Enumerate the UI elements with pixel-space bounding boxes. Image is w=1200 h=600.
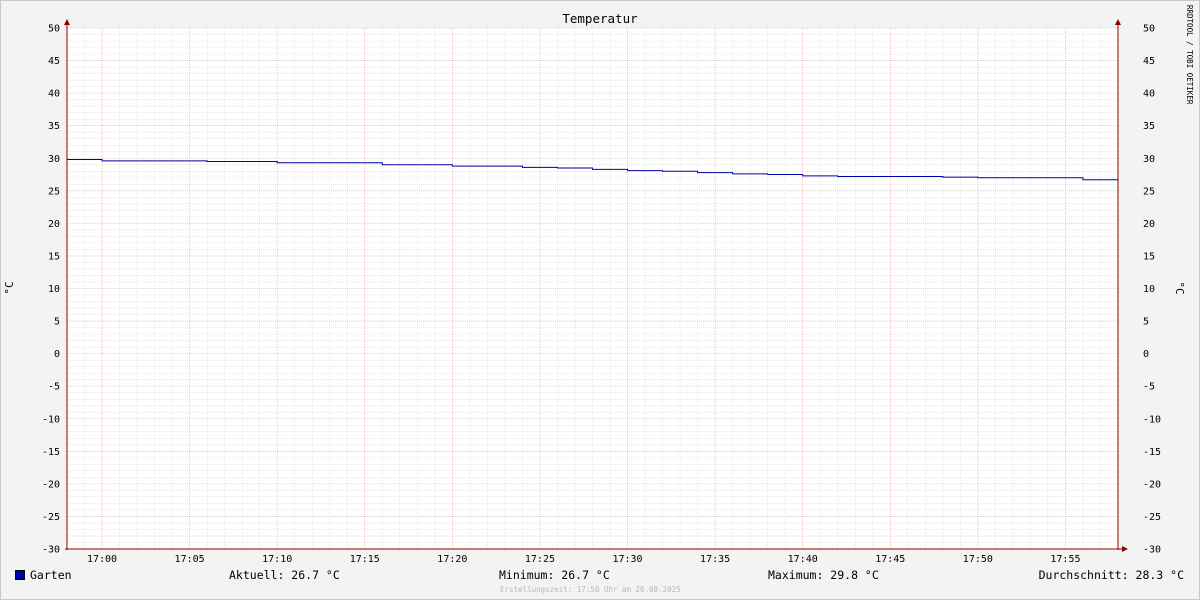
minimum-value: Minimum: 26.7 °C: [499, 568, 610, 582]
legend-swatch-garten: [15, 570, 25, 580]
x-tick-label: 17:15: [350, 554, 380, 565]
x-tick-label: 17:00: [87, 554, 117, 565]
y-tick-label-left: 0: [54, 349, 60, 360]
y-tick-label-right: -25: [1143, 512, 1161, 523]
y-tick-label-right: 5: [1143, 317, 1149, 328]
y-tick-label-right: 15: [1143, 251, 1155, 262]
y-tick-label-left: -30: [42, 545, 60, 556]
x-tick-label: 17:05: [175, 554, 205, 565]
y-tick-label-left: 20: [48, 219, 60, 230]
y-axis-label-right: °C: [1173, 281, 1186, 294]
y-tick-label-left: -5: [48, 382, 60, 393]
maximum-value: Maximum: 29.8 °C: [768, 568, 879, 582]
y-tick-label-right: -30: [1143, 545, 1161, 556]
y-tick-label-left: -20: [42, 479, 60, 490]
y-tick-label-left: 5: [54, 317, 60, 328]
y-tick-label-right: 25: [1143, 186, 1155, 197]
x-tick-label: 17:10: [262, 554, 292, 565]
y-tick-label-left: -10: [42, 414, 60, 425]
y-tick-label-right: 40: [1143, 89, 1155, 100]
y-tick-label-right: 30: [1143, 154, 1155, 165]
y-tick-label-left: 50: [48, 24, 60, 35]
y-tick-label-right: 0: [1143, 349, 1149, 360]
y-tick-label-left: 10: [48, 284, 60, 295]
chart-canvas: 50 5045 4540 4035 3530 3025 2520 2015 1510 105 50 0…: [3, 5, 1194, 565]
y-tick-label-left: 25: [48, 186, 60, 197]
y-tick-label-right: 35: [1143, 121, 1155, 132]
y-tick-label-right: -15: [1143, 447, 1161, 458]
x-tick-label: 17:25: [525, 554, 555, 565]
y-tick-label-left: 40: [48, 89, 60, 100]
x-tick-label: 17:35: [700, 554, 730, 565]
y-tick-label-right: 10: [1143, 284, 1155, 295]
y-axis-label-left: °C: [3, 281, 16, 294]
y-tick-label-left: -15: [42, 447, 60, 458]
y-axis-arrow-right: [1115, 19, 1121, 25]
creation-timestamp: Erstellungszeit: 17:58 Uhr am 26.08.2025: [500, 585, 681, 594]
y-axis-arrow-left: [64, 19, 70, 25]
y-tick-label-right: -5: [1143, 382, 1155, 393]
y-tick-label-left: 45: [48, 56, 60, 67]
x-tick-label: 17:30: [612, 554, 642, 565]
average-value: Durchschnitt: 28.3 °C: [1038, 568, 1184, 582]
y-tick-label-right: -20: [1143, 479, 1161, 490]
x-tick-label: 17:20: [437, 554, 467, 565]
watermark: RRDTOOL / TOBI OETIKER: [1185, 5, 1194, 105]
x-tick-label: 17:50: [963, 554, 993, 565]
y-tick-label-left: 15: [48, 251, 60, 262]
x-tick-label: 17:40: [788, 554, 818, 565]
x-tick-label: 17:45: [875, 554, 905, 565]
x-tick-label: 17:55: [1050, 554, 1080, 565]
x-axis-arrow: [1122, 546, 1128, 552]
y-tick-label-left: 30: [48, 154, 60, 165]
y-tick-label-right: -10: [1143, 414, 1161, 425]
current-value: Aktuell: 26.7 °C: [229, 568, 340, 582]
y-tick-label-left: -25: [42, 512, 60, 523]
y-tick-label-right: 20: [1143, 219, 1155, 230]
grid: [66, 27, 1119, 550]
y-tick-label-right: 50: [1143, 24, 1155, 35]
chart-title: Temperatur: [562, 11, 638, 26]
y-tick-label-right: 45: [1143, 56, 1155, 67]
y-tick-label-left: 35: [48, 121, 60, 132]
legend-label-garten: Garten: [30, 568, 72, 582]
